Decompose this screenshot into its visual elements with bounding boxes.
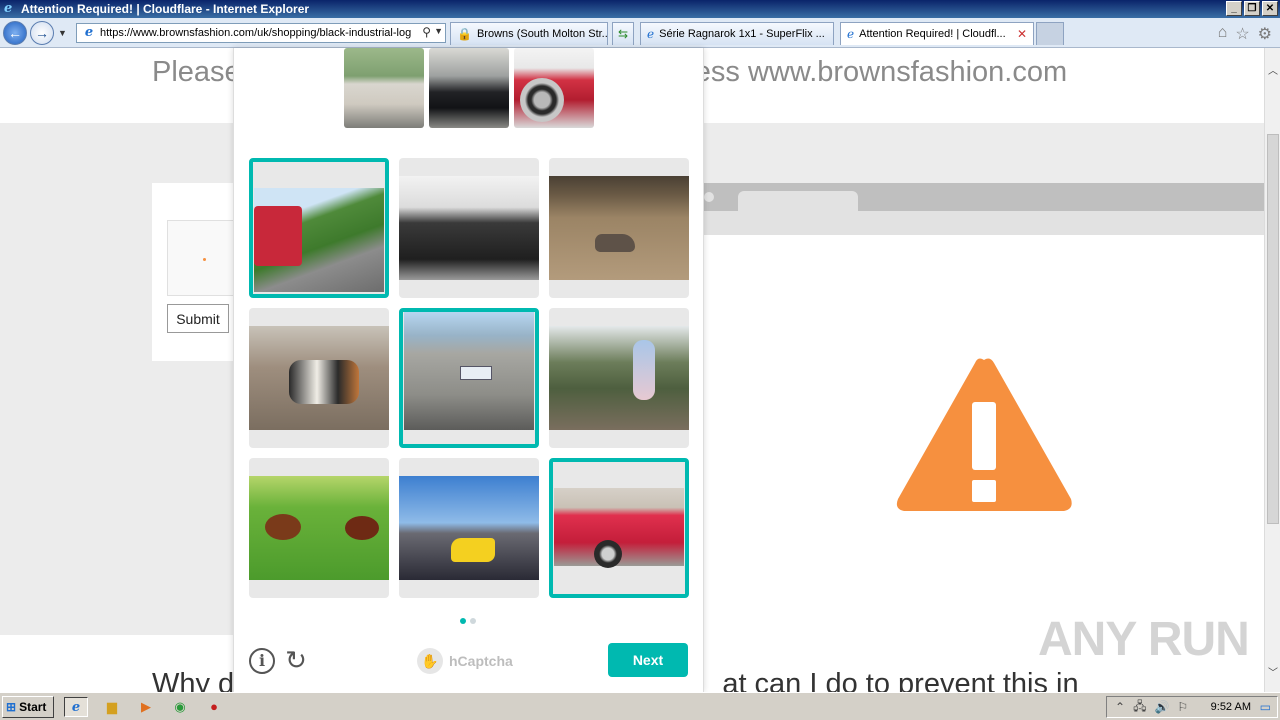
- ie-page-icon: e: [84, 25, 94, 40]
- window-title-bar: e Attention Required! | Cloudflare - Int…: [0, 0, 1280, 18]
- challenge-tile-5[interactable]: [399, 308, 539, 448]
- example-image-1: [344, 48, 424, 128]
- challenge-tile-3[interactable]: [549, 158, 689, 298]
- start-button[interactable]: ⊞ Start: [2, 696, 54, 718]
- gear-icon[interactable]: ⚙: [1258, 24, 1272, 44]
- heading-right-text: ess www.brownsfashion.com: [694, 56, 1068, 88]
- car-engine-image: [399, 176, 539, 280]
- red-convertible-image: [554, 488, 684, 568]
- show-desktop-icon[interactable]: ▭: [1260, 700, 1271, 714]
- clock[interactable]: 9:52 AM: [1211, 701, 1251, 713]
- taskbar-folder-icon[interactable]: ▆: [100, 697, 124, 717]
- close-button[interactable]: ✕: [1262, 1, 1278, 16]
- scroll-up-arrow-icon[interactable]: ︿: [1265, 62, 1280, 77]
- close-tab-icon[interactable]: ✕: [1017, 27, 1027, 41]
- taskbar-opera-icon[interactable]: ●: [202, 697, 226, 717]
- hcaptcha-hand-icon: ✋: [417, 648, 443, 674]
- system-tray: ⌃ 🖧 🔊 ⚐ 9:52 AM ▭: [1106, 696, 1278, 718]
- network-icon[interactable]: 🖧: [1133, 697, 1146, 718]
- red-bus-road-image: [254, 188, 384, 292]
- page-dot-1[interactable]: [460, 618, 466, 624]
- hcaptcha-logo[interactable]: ✋ hCaptcha: [417, 648, 513, 674]
- subheading-left-text: Why d: [152, 668, 235, 692]
- anyrun-watermark: ANY RUN: [1038, 613, 1250, 666]
- captcha-checkbox-widget[interactable]: [167, 220, 237, 296]
- warning-icon: [896, 358, 1072, 511]
- next-button[interactable]: Next: [608, 643, 688, 677]
- back-button[interactable]: ←: [3, 21, 27, 45]
- url-text[interactable]: https://www.brownsfashion.com/uk/shoppin…: [100, 27, 411, 39]
- heading-left-text: Please: [152, 56, 241, 88]
- vertical-scrollbar[interactable]: ︿ ﹀: [1264, 48, 1280, 692]
- ie-page-icon: ℯ: [647, 27, 655, 41]
- info-button[interactable]: i: [249, 648, 275, 674]
- recent-pages-dropdown-icon[interactable]: ▼: [58, 28, 67, 38]
- example-image-3: [514, 48, 594, 128]
- subheading-right-text: at can I do to prevent this in: [722, 668, 1079, 692]
- ie-logo-icon: e: [4, 1, 13, 16]
- address-bar[interactable]: e https://www.brownsfashion.com/uk/shopp…: [76, 23, 446, 43]
- tab-superflix[interactable]: ℯ Série Ragnarok 1x1 - SuperFlix ...: [640, 22, 834, 45]
- scroll-thumb[interactable]: [1267, 134, 1279, 524]
- taskbar-ie-icon[interactable]: e: [64, 697, 88, 717]
- tab-label: Série Ragnarok 1x1 - SuperFlix ...: [659, 28, 825, 40]
- person-on-bicycle-image: [549, 326, 689, 430]
- tab-label: Attention Required! | Cloudfl...: [859, 28, 1006, 40]
- taskbar: ⊞ Start e ▆ ▶ ◉ ● ⌃ 🖧 🔊 ⚐ 9:52 AM ▭: [0, 692, 1280, 720]
- forward-button[interactable]: →: [30, 21, 54, 45]
- example-image-2: [429, 48, 509, 128]
- challenge-tile-4[interactable]: [249, 308, 389, 448]
- navigation-bar: ← → ▼ e https://www.brownsfashion.com/uk…: [0, 18, 1280, 48]
- challenge-tile-1[interactable]: [249, 158, 389, 298]
- windows-flag-icon: ⊞: [6, 700, 17, 714]
- tray-expand-icon[interactable]: ⌃: [1115, 700, 1125, 714]
- refresh-icon[interactable]: ↻: [282, 646, 310, 674]
- scroll-down-arrow-icon[interactable]: ﹀: [1265, 664, 1280, 679]
- cat-on-floor-image: [549, 176, 689, 280]
- challenge-tile-8[interactable]: [399, 458, 539, 598]
- hcaptcha-logo-text: hCaptcha: [449, 653, 513, 669]
- motorcycles-image: [399, 476, 539, 580]
- roosters-image: [249, 476, 389, 580]
- silver-suv-image: [404, 312, 534, 430]
- challenge-tile-6[interactable]: [549, 308, 689, 448]
- compatibility-refresh-icon[interactable]: ⇆: [612, 22, 634, 45]
- hcaptcha-challenge-modal: i ↻ ✋ hCaptcha Next: [233, 48, 704, 692]
- page-dot-2[interactable]: [470, 618, 476, 624]
- volume-icon[interactable]: 🔊: [1154, 700, 1169, 714]
- tab-attention-required[interactable]: ℯ Attention Required! | Cloudfl... ✕: [840, 22, 1034, 45]
- tab-browns[interactable]: 🔒 Browns (South Molton Str...: [450, 22, 608, 45]
- dogs-image: [249, 326, 389, 430]
- window-title: Attention Required! | Cloudflare - Inter…: [21, 2, 310, 16]
- taskbar-media-player-icon[interactable]: ▶: [134, 697, 158, 717]
- search-icon[interactable]: ⚲: [422, 25, 431, 39]
- address-dropdown-icon[interactable]: ▼: [434, 26, 443, 36]
- taskbar-chrome-icon[interactable]: ◉: [168, 697, 192, 717]
- submit-button[interactable]: Submit: [167, 304, 229, 333]
- lock-icon: 🔒: [457, 27, 472, 41]
- action-center-flag-icon[interactable]: ⚐: [1177, 700, 1188, 714]
- minimize-button[interactable]: _: [1226, 1, 1242, 16]
- start-label: Start: [19, 700, 47, 714]
- challenge-tile-2[interactable]: [399, 158, 539, 298]
- home-icon[interactable]: ⌂: [1218, 24, 1228, 44]
- page-indicator: [460, 618, 476, 624]
- tab-label: Browns (South Molton Str...: [476, 28, 608, 40]
- ie-page-icon: ℯ: [847, 27, 855, 41]
- restore-button[interactable]: ❐: [1244, 1, 1260, 16]
- challenge-tile-7[interactable]: [249, 458, 389, 598]
- new-tab-button[interactable]: [1036, 22, 1064, 45]
- favorites-star-icon[interactable]: ☆: [1235, 24, 1249, 44]
- challenge-tile-9[interactable]: [549, 458, 689, 598]
